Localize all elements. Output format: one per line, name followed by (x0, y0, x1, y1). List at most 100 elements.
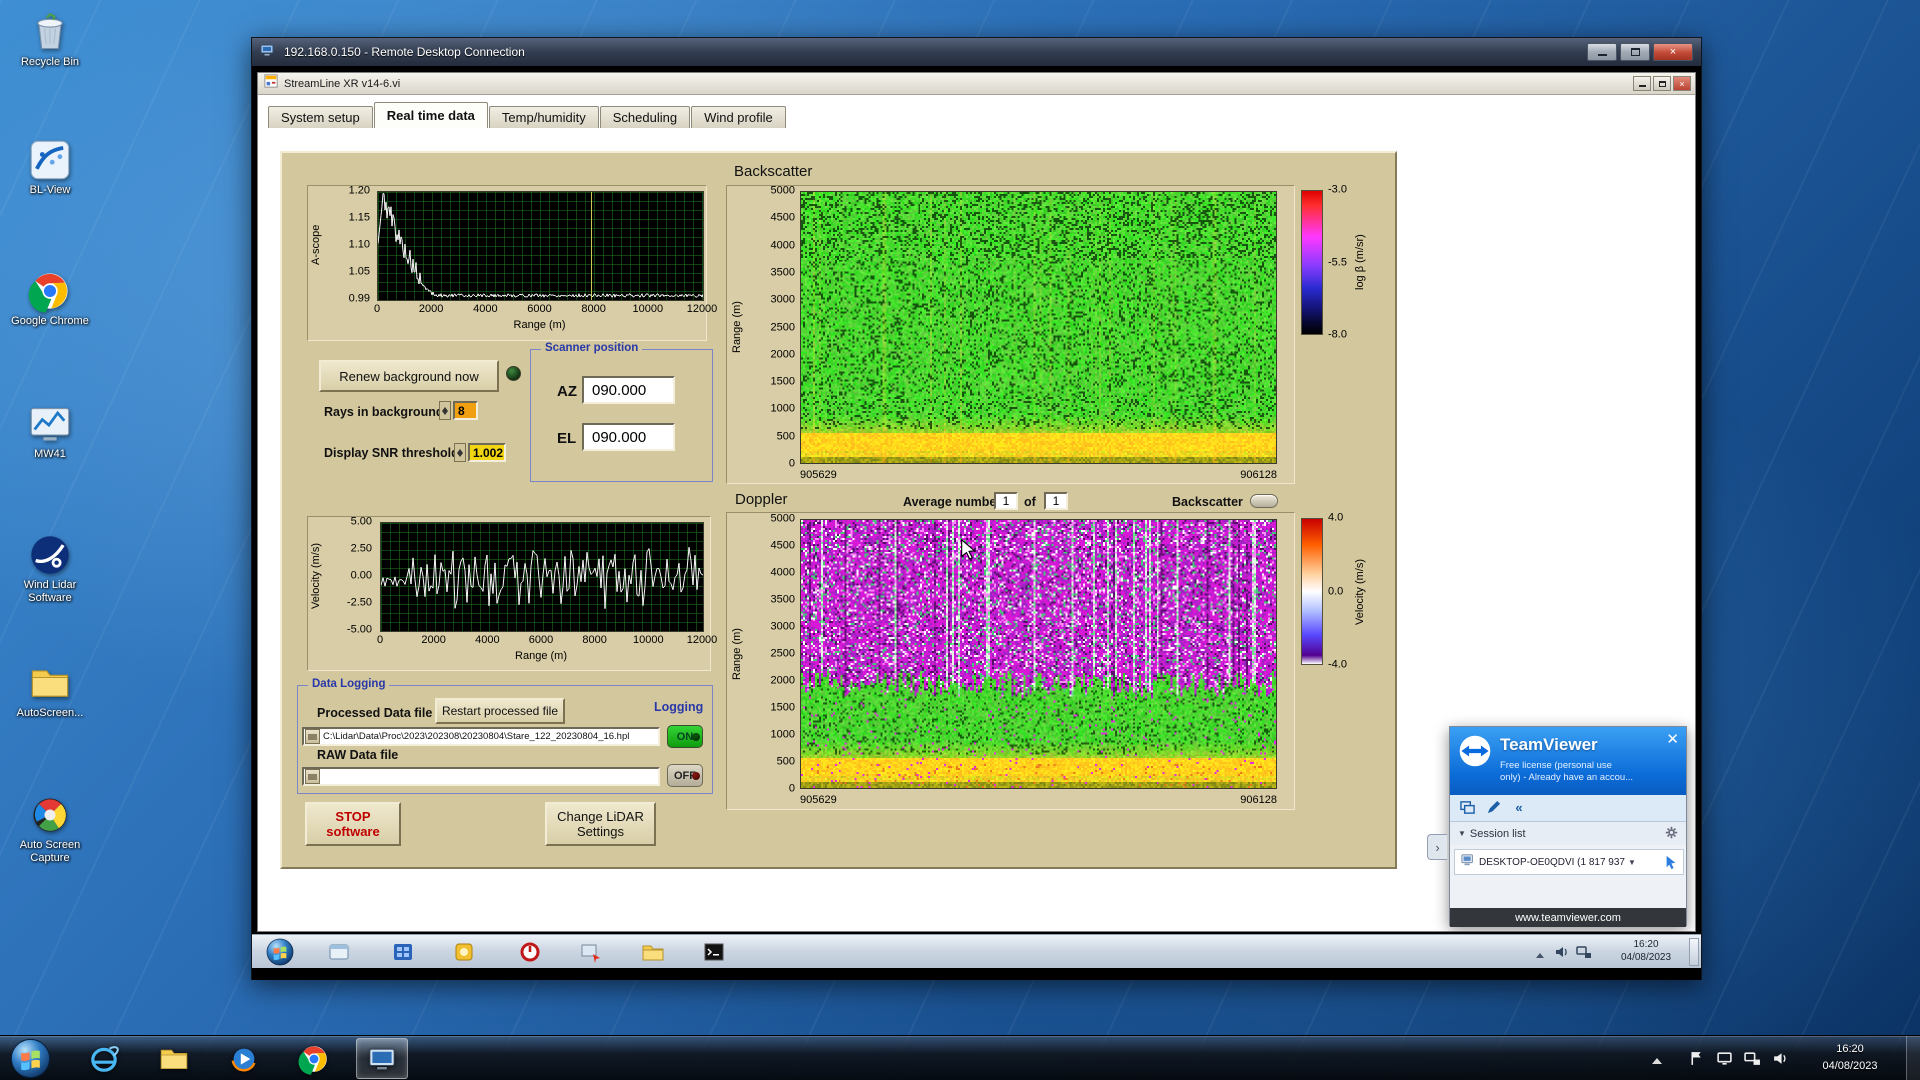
el-field[interactable]: 090.000 (582, 423, 675, 451)
raw-path-field[interactable] (302, 767, 660, 786)
teamviewer-footer[interactable]: www.teamviewer.com (1450, 908, 1686, 927)
action-center-icon[interactable] (1688, 1050, 1706, 1067)
network-icon[interactable] (1744, 1050, 1762, 1067)
desktop-icon-bl-view[interactable]: BL-View (8, 138, 92, 197)
rays-in-background-field[interactable]: 8 (453, 401, 478, 420)
raw-logging-off-button[interactable]: OFF (667, 764, 703, 787)
desktop-icon-google-chrome[interactable]: Google Chrome (8, 269, 92, 328)
show-desktop-button[interactable] (1906, 1036, 1920, 1080)
recycle-bin-icon (28, 10, 72, 54)
taskbar-internet-explorer-button[interactable] (78, 1038, 130, 1079)
processed-logging-on-button[interactable]: ON (667, 725, 703, 748)
streamline-close-button[interactable]: × (1673, 76, 1691, 91)
teamviewer-collapse-tab[interactable]: › (1427, 834, 1447, 860)
taskbar-file-explorer-button[interactable] (148, 1038, 200, 1079)
streamline-maximize-button[interactable] (1653, 76, 1671, 91)
tab-scheduling[interactable]: Scheduling (599, 106, 691, 128)
tab-system-setup[interactable]: System setup (268, 106, 373, 128)
ascope-plot[interactable] (377, 191, 704, 301)
yellow-app-icon[interactable] (452, 940, 478, 964)
desktop-icon-wind-lidar[interactable]: Wind Lidar Software (8, 533, 92, 605)
backscatter-toggle[interactable] (1250, 494, 1278, 508)
doppler-x-ticks: 905629 906128 (800, 794, 1277, 806)
tab-real-time-data[interactable]: Real time data (373, 102, 488, 128)
path-browse-icon[interactable] (305, 729, 320, 744)
autoscreen-icon (28, 661, 72, 705)
teamviewer-website-link[interactable]: www.teamviewer.com (1515, 912, 1621, 924)
taskbar-chrome-button[interactable] (288, 1038, 340, 1079)
tick-label: 2500 (770, 647, 795, 660)
renew-background-button[interactable]: Renew background now (319, 360, 499, 392)
tab-wind-profile[interactable]: Wind profile (691, 106, 786, 128)
hidden-icons-arrow[interactable] (1652, 1053, 1662, 1064)
processed-path-field[interactable]: C:\Lidar\Data\Proc\2023\202308\20230804\… (302, 727, 660, 746)
streamline-minimize-button[interactable] (1633, 76, 1651, 91)
remote-network-icon[interactable] (1576, 944, 1592, 960)
renew-background-led[interactable] (506, 366, 521, 381)
remote-clock[interactable]: 16:20 04/08/2023 (1614, 938, 1678, 964)
teamviewer-session-list-row[interactable]: ▼ Session list (1450, 822, 1686, 845)
remote-show-desktop-button[interactable] (1689, 938, 1699, 966)
tick-label: 4500 (770, 211, 795, 224)
tick-label: 0.0 (1328, 585, 1344, 597)
screen-capture-icon[interactable] (579, 940, 605, 964)
mw41-icon (28, 402, 72, 446)
change-lidar-settings-button[interactable]: Change LiDAR Settings (545, 802, 656, 846)
tick-label: 2000 (770, 674, 795, 687)
power-icon[interactable] (518, 940, 544, 964)
backscatter-heatmap[interactable] (800, 191, 1277, 464)
taskbar-clock[interactable]: 16:20 04/08/2023 (1808, 1041, 1892, 1075)
chevron-down-icon[interactable]: ▼ (1628, 858, 1636, 867)
tab-strip: System setup Real time data Temp/humidity S… (268, 102, 787, 128)
ascope-y-ticks: 1.20 1.15 1.10 1.05 0.99 (328, 185, 372, 304)
velocity-plot[interactable] (380, 522, 704, 632)
start-button[interactable] (10, 1038, 51, 1079)
stop-software-button[interactable]: STOP software (305, 802, 401, 846)
snr-threshold-field[interactable]: 1.002 (468, 443, 506, 462)
tick-label: 6000 (528, 634, 554, 646)
rdp-maximize-button[interactable] (1620, 43, 1650, 61)
tick-label: 0 (788, 782, 795, 795)
tab-temp-humidity[interactable]: Temp/humidity (488, 106, 599, 128)
rdp-window: 192.168.0.150 - Remote Desktop Connectio… (251, 37, 1702, 980)
tick-label: 3000 (770, 293, 795, 306)
whiteboard-icon[interactable] (1484, 800, 1502, 818)
collapse-icon[interactable]: « (1510, 800, 1528, 818)
az-field[interactable]: 090.000 (582, 376, 675, 404)
rays-spinner[interactable] (439, 401, 451, 420)
remote-desktop-icon[interactable] (391, 940, 417, 964)
doppler-heatmap[interactable] (800, 519, 1277, 789)
doppler-plot-title: Doppler (735, 491, 788, 508)
session-entry-row[interactable]: DESKTOP-OE0QDVI (1 817 937 ▼ (1454, 849, 1684, 875)
remote-session-icon[interactable] (1458, 800, 1476, 818)
chevron-down-icon: ▼ (1458, 829, 1466, 838)
tick-label: 4000 (475, 634, 500, 646)
average-number-field[interactable]: 1 (994, 492, 1018, 510)
restart-processed-file-button[interactable]: Restart processed file (435, 698, 565, 724)
tick-label: 1.15 (348, 211, 370, 224)
gear-icon[interactable] (1665, 826, 1678, 842)
taskbar-remote-desktop-button[interactable] (356, 1038, 408, 1079)
snr-spinner[interactable] (454, 443, 466, 462)
streamline-titlebar[interactable]: StreamLine XR v14-6.vi × (258, 73, 1695, 95)
average-of-field[interactable]: 1 (1044, 492, 1068, 510)
remote-volume-icon[interactable] (1554, 944, 1570, 960)
volume-icon[interactable] (1772, 1050, 1790, 1067)
rdp-minimize-button[interactable] (1587, 43, 1617, 61)
rdp-titlebar[interactable]: 192.168.0.150 - Remote Desktop Connectio… (252, 38, 1701, 66)
taskbar-media-player-button[interactable] (218, 1038, 270, 1079)
folder-icon[interactable] (641, 940, 667, 964)
desktop-icon-auto-screen-capture[interactable]: Auto Screen Capture (8, 793, 92, 865)
command-prompt-icon[interactable] (702, 940, 728, 964)
rdp-close-button[interactable]: × (1653, 43, 1693, 61)
teamviewer-close-icon[interactable]: ✕ (1666, 730, 1679, 748)
desktop-icon-recycle-bin[interactable]: Recycle Bin (8, 10, 92, 69)
remote-start-button[interactable] (266, 938, 294, 966)
rdp-window-icon (260, 42, 276, 63)
display-icon[interactable] (1716, 1050, 1734, 1067)
path-browse-icon[interactable] (305, 769, 320, 784)
desktop-icon-mw41[interactable]: MW41 (8, 402, 92, 461)
app-window-icon[interactable] (327, 940, 353, 964)
remote-hidden-icons-arrow[interactable] (1536, 949, 1544, 958)
desktop-icon-autoscreen[interactable]: AutoScreen... (8, 661, 92, 720)
